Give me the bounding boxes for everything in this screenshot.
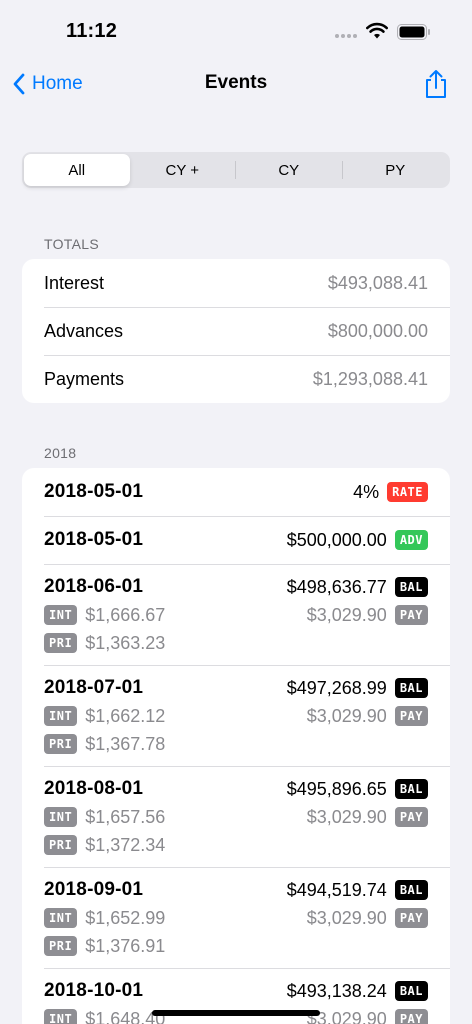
event-date: 2018-05-01 bbox=[44, 481, 144, 502]
principal-value: $1,372.34 bbox=[85, 834, 166, 855]
interest-badge: INT bbox=[44, 807, 78, 827]
balance-badge: BAL bbox=[394, 880, 428, 900]
cellular-signal-icon bbox=[335, 34, 359, 40]
payment-badge: PAY bbox=[394, 807, 428, 827]
event-date: 2018-07-01 bbox=[44, 677, 144, 698]
event-date: 2018-10-01 bbox=[44, 980, 144, 1001]
totals-card: Interest $493,088.41 Advances $800,000.0… bbox=[22, 259, 450, 403]
interest-badge: INT bbox=[44, 908, 78, 928]
advance-badge: ADV bbox=[394, 530, 428, 550]
event-row-rate[interactable]: 2018-05-01 4% RATE bbox=[22, 468, 450, 516]
balance-badge: BAL bbox=[394, 779, 428, 799]
balance-badge: BAL bbox=[394, 981, 428, 1001]
payment-badge: PAY bbox=[394, 706, 428, 726]
status-time: 11:12 bbox=[66, 20, 118, 42]
event-row-payment[interactable]: 2018-08-01 $495,896.65 BAL INT $1,657.56 $… bbox=[22, 766, 450, 867]
event-date: 2018-08-01 bbox=[44, 778, 144, 799]
balance-badge: BAL bbox=[394, 577, 428, 597]
balance-value: $497,268.99 bbox=[286, 677, 387, 698]
interest-value: $1,652.99 bbox=[85, 907, 166, 928]
totals-label: Advances bbox=[44, 320, 124, 341]
segment-cy-plus[interactable]: CY + bbox=[130, 154, 236, 186]
totals-section-header: TOTALS bbox=[44, 236, 99, 252]
balance-badge: BAL bbox=[394, 678, 428, 698]
event-row-advance[interactable]: 2018-05-01 $500,000.00 ADV bbox=[22, 516, 450, 564]
payment-value: $3,029.90 bbox=[306, 806, 387, 827]
event-row-payment[interactable]: 2018-07-01 $497,268.99 BAL INT $1,662.12 $… bbox=[22, 665, 450, 766]
principal-value: $1,363.23 bbox=[85, 632, 166, 653]
totals-label: Payments bbox=[44, 368, 125, 389]
balance-value: $495,896.65 bbox=[286, 778, 387, 799]
home-indicator[interactable] bbox=[152, 1010, 320, 1016]
interest-value: $1,657.56 bbox=[85, 806, 166, 827]
balance-value: $498,636.77 bbox=[286, 576, 387, 597]
principal-badge: PRI bbox=[44, 835, 78, 855]
status-bar: 11:12 bbox=[0, 0, 472, 60]
events-card: 2018-05-01 4% RATE 2018-05-01 $500,000.0… bbox=[22, 468, 450, 1024]
page-title: Events bbox=[204, 72, 268, 93]
battery-icon bbox=[397, 24, 430, 40]
year-section-header: 2018 bbox=[44, 445, 77, 461]
interest-value: $1,662.12 bbox=[85, 705, 166, 726]
payment-value: $3,029.90 bbox=[306, 705, 387, 726]
period-segmented-control: All CY + CY PY bbox=[22, 152, 450, 188]
payment-value: $3,029.90 bbox=[306, 604, 387, 625]
payment-badge: PAY bbox=[394, 908, 428, 928]
payment-value: $3,029.90 bbox=[306, 907, 387, 928]
interest-badge: INT bbox=[44, 706, 78, 726]
payment-badge: PAY bbox=[394, 605, 428, 625]
totals-value: $493,088.41 bbox=[327, 272, 428, 293]
balance-value: $493,138.24 bbox=[286, 980, 387, 1001]
share-icon[interactable] bbox=[423, 69, 449, 99]
payment-badge: PAY bbox=[394, 1009, 428, 1024]
segment-py[interactable]: PY bbox=[343, 154, 449, 186]
principal-badge: PRI bbox=[44, 633, 78, 653]
totals-row-payments[interactable]: Payments $1,293,088.41 bbox=[22, 355, 450, 403]
event-date: 2018-05-01 bbox=[44, 529, 144, 550]
event-row-payment[interactable]: 2018-06-01 $498,636.77 BAL INT $1,666.67 $… bbox=[22, 564, 450, 665]
principal-badge: PRI bbox=[44, 936, 78, 956]
event-date: 2018-06-01 bbox=[44, 576, 144, 597]
event-date: 2018-09-01 bbox=[44, 879, 144, 900]
principal-value: $1,376.91 bbox=[85, 935, 166, 956]
principal-value: $1,367.78 bbox=[85, 733, 166, 754]
totals-value: $800,000.00 bbox=[327, 320, 428, 341]
event-value: $500,000.00 bbox=[286, 529, 387, 550]
principal-badge: PRI bbox=[44, 734, 78, 754]
segment-cy[interactable]: CY bbox=[236, 154, 342, 186]
totals-row-interest[interactable]: Interest $493,088.41 bbox=[22, 259, 450, 307]
interest-badge: INT bbox=[44, 1009, 78, 1024]
totals-label: Interest bbox=[44, 272, 105, 293]
totals-row-advances[interactable]: Advances $800,000.00 bbox=[22, 307, 450, 355]
wifi-icon bbox=[366, 22, 388, 39]
event-row-payment[interactable]: 2018-09-01 $494,519.74 BAL INT $1,652.99 $… bbox=[22, 867, 450, 968]
interest-badge: INT bbox=[44, 605, 78, 625]
rate-badge: RATE bbox=[387, 482, 428, 502]
segment-all[interactable]: All bbox=[24, 154, 130, 186]
interest-value: $1,666.67 bbox=[85, 604, 166, 625]
navigation-bar: Home Events bbox=[0, 60, 472, 108]
event-value: 4% bbox=[353, 481, 380, 502]
totals-value: $1,293,088.41 bbox=[312, 368, 428, 389]
balance-value: $494,519.74 bbox=[286, 879, 387, 900]
